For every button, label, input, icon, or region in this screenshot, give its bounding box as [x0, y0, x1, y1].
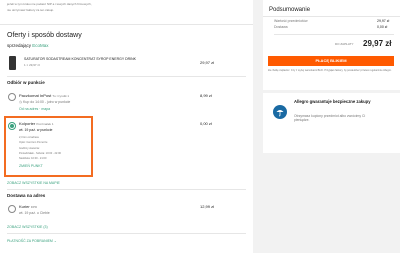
summary-title: Podsumowanie — [269, 7, 311, 13]
inpost-sub: Tu: Cyrulik 1 — [52, 94, 70, 98]
summary-card: Podsumowanie Wartość przedmiotów 29,97 z… — [263, 0, 400, 90]
inpost-label: Paczkomat InPost — [19, 93, 52, 98]
kolporter-eta: wt. 19 paź. w punkcie — [19, 128, 53, 132]
clock-icon: ◷ — [19, 100, 23, 104]
kolporter-price: 0,00 zł — [200, 121, 212, 126]
guarantee-card: Allegro gwarantuje bezpieczne zakupy Otr… — [263, 93, 400, 153]
checkout-page: jeżeli w tym kroku nie podasz NIP a i to… — [0, 0, 400, 253]
product-qty: 1 × 29,97 zł — [24, 63, 40, 67]
see-all-couriers-link[interactable]: ZOBACZ WSZYSTKIE (3) — [7, 225, 48, 230]
kolporter-hours-2: Niedziela: 10:00 - 21:00 — [19, 157, 47, 160]
main-column: jeżeli w tym kroku nie podasz NIP a i to… — [0, 0, 253, 253]
cod-payment-text: PŁATNOŚĆ ZA POBRANIEM — [7, 239, 53, 243]
items-label: Wartość przedmiotów — [274, 19, 308, 23]
courier-label: Kurier — [19, 204, 30, 209]
terms-text: Za chwilę zapłacisz. Czy z wyżej warunka… — [268, 69, 392, 72]
inpost-map-link[interactable]: Od na adres · mapa — [19, 107, 50, 112]
kolporter-hours-title: Godziny otwarcia: — [19, 147, 40, 150]
inpost-eta: ◷ Kup do 14:00 - jutro w punkcie — [19, 100, 71, 105]
kolporter-sub: Poczmalek 1 — [36, 122, 54, 126]
section-title-offers: Oferty i sposób dostawy — [7, 32, 82, 39]
seller-prefix: sprzedający — [7, 43, 32, 48]
kolporter-distance: 2,3 km od adresu — [19, 136, 40, 139]
section-title-address: Dostawa na adres — [7, 193, 46, 198]
pay-with-blik-button[interactable]: PŁACĘ BLIKIEM — [268, 56, 394, 66]
delivery-label: Dostawa — [274, 25, 288, 29]
radio-kolporter[interactable] — [8, 122, 16, 130]
note-line-2: nie otrzymasz faktury za ten zakup. — [7, 8, 55, 12]
divider — [0, 24, 253, 25]
divider — [263, 16, 400, 17]
kolporter-hours-1: Poniedziałek - Sobota: 10:00 - 22:00 — [19, 152, 61, 155]
items-value: 29,97 zł — [377, 19, 390, 23]
guarantee-text: Otrzymasz kupiony przedmiot albo zwrócim… — [294, 114, 366, 123]
umbrella-icon — [273, 105, 287, 119]
seller-row: sprzedający EcoMax — [7, 43, 49, 49]
product-price: 29,97 zł — [200, 60, 215, 65]
radio-inpost[interactable] — [8, 93, 16, 101]
note-line-1: jeżeli w tym kroku nie podasz NIP a i to… — [7, 2, 92, 6]
divider — [274, 34, 394, 35]
divider — [7, 233, 246, 234]
guarantee-title: Allegro gwarantuje bezpieczne zakupy — [294, 99, 371, 104]
courier-row[interactable]: Kurier DPD — [19, 205, 37, 209]
cod-payment-link[interactable]: PŁATNOŚĆ ZA POBRANIEM ⌄ — [7, 239, 57, 244]
kolporter-label: Kolporter — [19, 121, 36, 126]
total-label: DO ZAPŁATY — [335, 42, 354, 46]
change-point-link[interactable]: ZMIEŃ PUNKT — [19, 164, 43, 169]
radio-courier[interactable] — [8, 205, 16, 213]
inpost-price: 8,99 zł — [200, 93, 212, 98]
courier-sub: DPD — [30, 205, 38, 209]
delivery-value: 0,00 zł — [377, 25, 388, 29]
section-title-pickup: Odbiór w punkcie — [7, 80, 45, 85]
kolporter-row[interactable]: Kolporter Poczmalek 1 — [19, 122, 54, 126]
product-name[interactable]: SATURATOR SODASTREAM KONCENTRAT SYROP EN… — [24, 57, 136, 62]
see-all-on-map-link[interactable]: ZOBACZ WSZYSTKIE NA MAPIE — [7, 181, 60, 186]
chevron-down-icon: ⌄ — [53, 239, 57, 243]
total-value: 29,97 zł — [363, 39, 392, 48]
inpost-eta-text: Kup do 14:00 - jutro w punkcie — [23, 100, 71, 104]
courier-price: 12,99 zł — [200, 204, 215, 209]
umbrella-icon-svg — [276, 110, 284, 117]
courier-eta: wt. 19 paź. u Ciebie — [19, 211, 50, 215]
kolporter-address: Opisi: Centrum Pomorze — [19, 141, 48, 144]
inpost-row[interactable]: Paczkomat InPost Tu: Cyrulik 1 — [19, 94, 69, 98]
divider — [7, 76, 246, 77]
divider — [7, 189, 246, 190]
product-thumbnail[interactable] — [9, 56, 16, 70]
seller-link[interactable]: EcoMax — [32, 43, 48, 48]
